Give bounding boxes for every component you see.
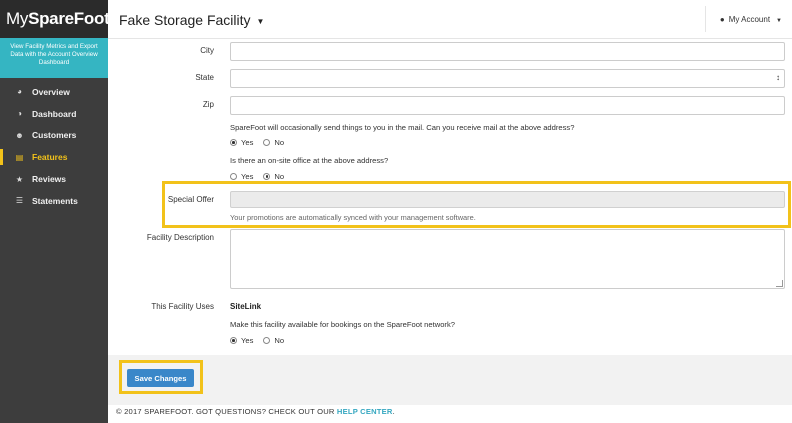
- description-label: Facility Description: [146, 233, 214, 242]
- logo-brand: SpareFoot: [28, 9, 110, 28]
- sidebar-item-label: Customers: [32, 130, 77, 141]
- sidebar-item-label: Reviews: [32, 174, 67, 185]
- radio-empty-icon: [263, 139, 271, 146]
- option-label: Yes: [241, 138, 254, 147]
- footer-text: © 2017 SPAREFOOT. GOT QUESTIONS? CHECK O…: [116, 407, 337, 416]
- globe-icon: ◕: [17, 87, 22, 97]
- form-actions: Save Changes: [108, 355, 792, 405]
- office-question: Is there an on-site office at the above …: [230, 156, 389, 165]
- sidebar-item-statements[interactable]: ☰ Statements: [0, 190, 108, 212]
- bookings-question: Make this facility available for booking…: [230, 320, 455, 329]
- zip-label: Zip: [202, 100, 214, 109]
- bookings-radio-group: Yes No: [230, 336, 294, 345]
- bookings-yes-option[interactable]: Yes: [230, 336, 253, 345]
- footer: © 2017 SPAREFOOT. GOT QUESTIONS? CHECK O…: [116, 407, 395, 416]
- sidebar-item-overview[interactable]: ◕ Overview: [0, 81, 108, 103]
- list-icon: ☰: [15, 196, 24, 206]
- radio-selected-icon: [230, 337, 237, 344]
- option-label: No: [274, 138, 285, 147]
- sidebar-item-dashboard[interactable]: ◑ Dashboard: [0, 103, 108, 125]
- mail-radio-group: Yes No: [230, 138, 294, 147]
- office-yes-option[interactable]: Yes: [230, 172, 253, 181]
- user-icon: ●: [719, 15, 725, 24]
- help-center-link[interactable]: HELP CENTER: [337, 407, 393, 416]
- sidebar-item-label: Overview: [32, 86, 70, 97]
- option-label: No: [274, 336, 285, 345]
- features-icon: ▤: [15, 152, 24, 162]
- option-label: No: [274, 172, 285, 181]
- radio-empty-icon: [263, 337, 271, 344]
- sidebar-item-customers[interactable]: ☻ Customers: [0, 125, 108, 147]
- special-offer-label: Special Offer: [167, 195, 214, 204]
- zip-field[interactable]: [230, 96, 785, 115]
- sidebar-item-label: Statements: [32, 195, 78, 206]
- office-no-option[interactable]: No: [263, 172, 284, 181]
- radio-empty-icon: [230, 173, 237, 180]
- account-label: My Account: [728, 15, 771, 24]
- main-content: City State Zip SpareFoot will occasional…: [108, 39, 792, 423]
- promo-text: View Facility Metrics and Export Data wi…: [10, 43, 98, 67]
- mail-question: SpareFoot will occasionally send things …: [230, 123, 575, 132]
- option-label: Yes: [241, 336, 254, 345]
- special-offer-field: [230, 191, 785, 208]
- facility-selector[interactable]: Fake Storage Facility ▼: [119, 12, 264, 28]
- sidebar-item-reviews[interactable]: ★ Reviews: [0, 168, 108, 190]
- dashboard-promo-banner[interactable]: View Facility Metrics and Export Data wi…: [0, 38, 108, 78]
- option-label: Yes: [241, 172, 254, 181]
- bookings-no-option[interactable]: No: [263, 336, 284, 345]
- city-label: City: [200, 46, 214, 55]
- star-icon: ★: [15, 174, 24, 184]
- description-textarea[interactable]: [230, 229, 785, 289]
- logo[interactable]: My SpareFoot: [0, 0, 110, 38]
- sidebar-item-features[interactable]: ▤ Features: [0, 146, 108, 168]
- sidebar-item-label: Features: [32, 152, 68, 163]
- state-select[interactable]: [230, 69, 785, 88]
- office-radio-group: Yes No: [230, 172, 294, 181]
- users-icon: ☻: [15, 130, 24, 140]
- uses-label: This Facility Uses: [151, 302, 214, 311]
- state-label: State: [195, 73, 214, 82]
- city-field[interactable]: [230, 42, 785, 61]
- sidebar-item-label: Dashboard: [32, 108, 77, 119]
- uses-value: SiteLink: [230, 302, 262, 311]
- radio-selected-icon: [230, 139, 237, 146]
- radio-selected-icon: [263, 173, 271, 180]
- save-changes-button[interactable]: Save Changes: [127, 369, 194, 387]
- mail-no-option[interactable]: No: [263, 138, 284, 147]
- caret-down-icon: ▼: [256, 16, 265, 26]
- sidebar: My SpareFoot View Facility Metrics and Ex…: [0, 0, 110, 423]
- account-menu[interactable]: ● My Account ▼: [720, 15, 782, 24]
- footer-end: .: [392, 407, 395, 416]
- special-offer-help: Your promotions are automatically synced…: [230, 213, 476, 222]
- mail-yes-option[interactable]: Yes: [230, 138, 253, 147]
- sidebar-nav: ◕ Overview ◑ Dashboard ☻ Customers ▤ Feature…: [0, 78, 108, 212]
- facility-name: Fake Storage Facility: [119, 12, 251, 28]
- header-divider: [705, 6, 706, 32]
- logo-prefix: My: [6, 9, 29, 28]
- caret-down-icon: ▼: [776, 18, 782, 24]
- top-header: Fake Storage Facility ▼ ● My Account ▼: [108, 0, 792, 39]
- dashboard-icon: ◑: [17, 109, 22, 119]
